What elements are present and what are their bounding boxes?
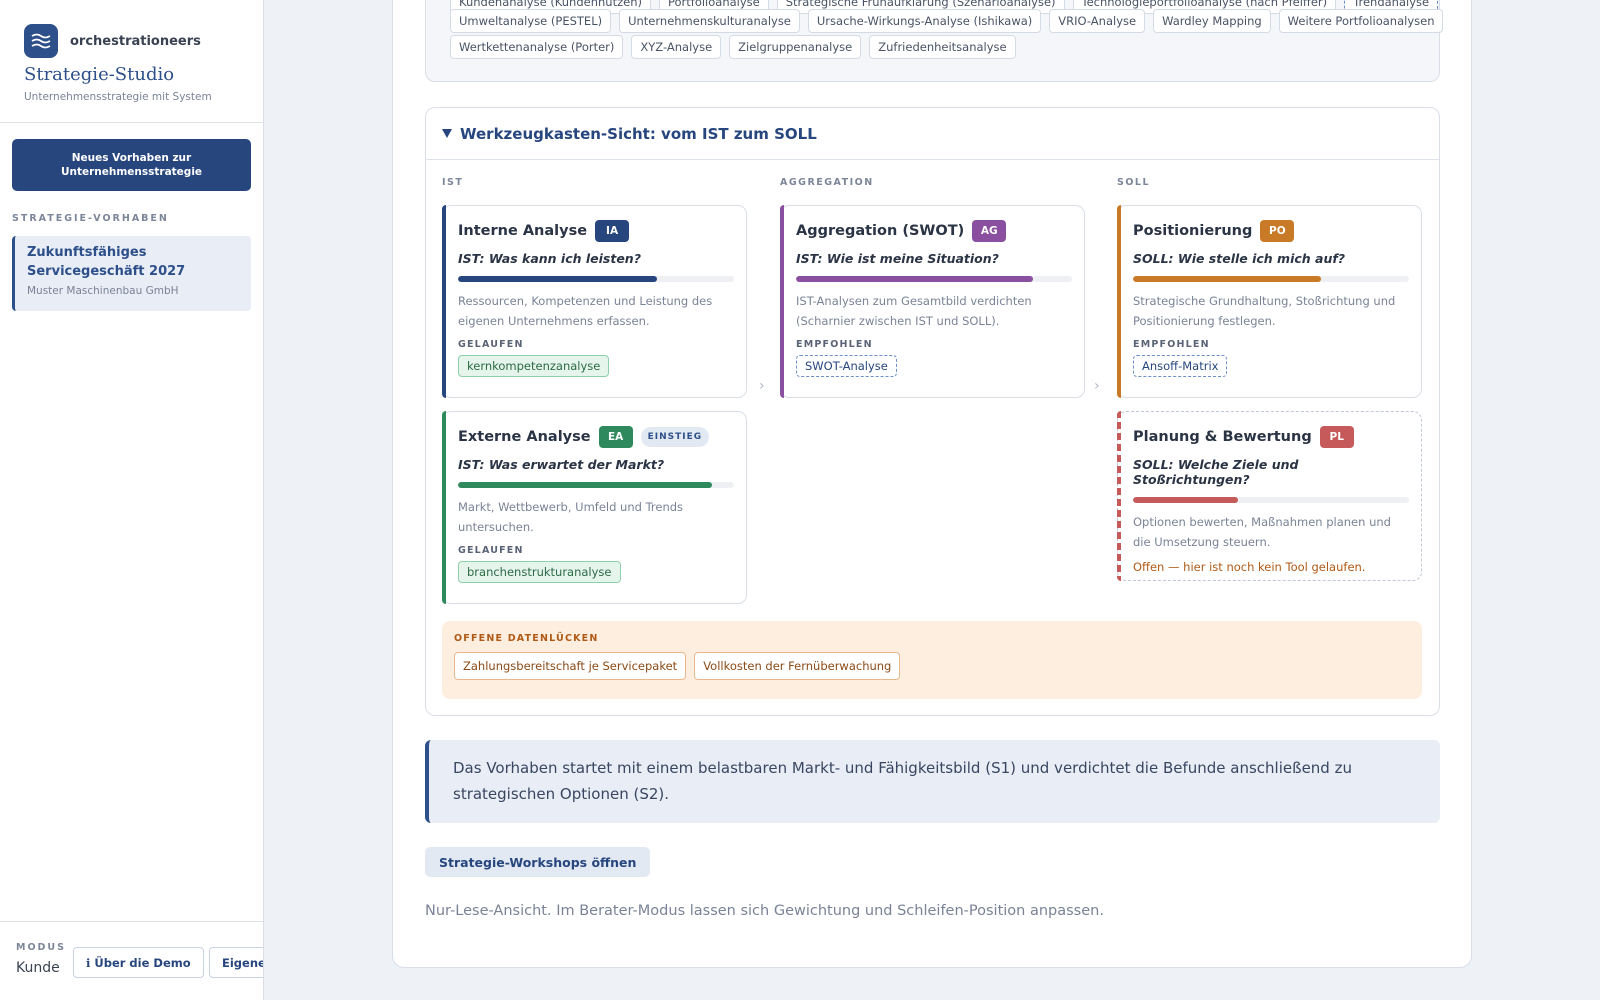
ran-tool-chip[interactable]: kernkompetenzanalyse bbox=[458, 355, 610, 378]
project-company: Muster Maschinenbau GmbH bbox=[27, 284, 179, 297]
card-stripe bbox=[780, 205, 784, 398]
sidebar: orchestrationeers Strategie-Studio Unter… bbox=[0, 0, 264, 1000]
card-description: Ressourcen, Kompetenzen und Leistung des… bbox=[458, 294, 713, 328]
card-planung-bewertung[interactable]: Planung & Bewertung PL SOLL: Welche Ziel… bbox=[1117, 411, 1422, 581]
card-status-label: GELAUFEN bbox=[458, 545, 524, 557]
progress-fill bbox=[796, 276, 1034, 282]
tool-chip[interactable]: Umweltanalyse (PESTEL) bbox=[450, 9, 612, 33]
sidebar-item-project[interactable]: Zukunftsfähiges Servicegeschäft 2027 Mus… bbox=[12, 236, 251, 311]
card-description: Strategische Grundhaltung, Stoßrichtung … bbox=[1133, 294, 1396, 328]
progress-bar bbox=[458, 482, 734, 488]
card-stripe bbox=[1117, 205, 1121, 398]
tool-chip[interactable]: Weitere Portfolioanalysen bbox=[1278, 9, 1444, 33]
recommended-tool-chip[interactable]: SWOT-Analyse bbox=[796, 355, 897, 378]
column-label-soll: SOLL bbox=[1117, 177, 1151, 188]
column-label-aggregation: AGGREGATION bbox=[780, 177, 874, 188]
progress-fill bbox=[458, 276, 657, 282]
card-status-label: EMPFOHLEN bbox=[1133, 339, 1210, 351]
card-title: Planung & Bewertung bbox=[1133, 429, 1312, 445]
card-title: Aggregation (SWOT) bbox=[796, 223, 965, 239]
data-gaps-box: OFFENE DATENLÜCKEN Zahlungsbereitschaft … bbox=[442, 621, 1422, 699]
card-badge: IA bbox=[595, 220, 630, 242]
arrow-right-icon: › bbox=[759, 378, 765, 394]
mode-label: MODUS bbox=[16, 942, 66, 953]
sidebar-divider bbox=[0, 122, 263, 123]
card-status-label: EMPFOHLEN bbox=[796, 339, 873, 351]
card-badge: AG bbox=[972, 220, 1007, 242]
sidebar-footer: MODUS Kunde ℹ Über die Demo Eigene bbox=[0, 921, 263, 1000]
studio-title: Strategie-Studio bbox=[24, 64, 175, 85]
gaps-label: OFFENE DATENLÜCKEN bbox=[454, 633, 599, 644]
section-label: STRATEGIE-VORHABEN bbox=[12, 213, 169, 224]
card-aggregation[interactable]: Aggregation (SWOT) AG IST: Wie ist meine… bbox=[780, 205, 1085, 398]
tool-chip[interactable]: Zielgruppenanalyse bbox=[729, 35, 862, 59]
gap-chip[interactable]: Zahlungsbereitschaft je Servicepaket bbox=[454, 652, 687, 680]
card-question: IST: Wie ist meine Situation? bbox=[796, 251, 999, 266]
ran-tool-chip[interactable]: branchenstrukturanalyse bbox=[458, 561, 621, 584]
card-status-label: GELAUFEN bbox=[458, 339, 524, 351]
open-workshops-button[interactable]: Strategie-Workshops öffnen bbox=[425, 847, 651, 877]
tool-chip[interactable]: Ursache-Wirkungs-Analyse (Ishikawa) bbox=[807, 9, 1042, 33]
card-title: Positionierung bbox=[1133, 223, 1253, 239]
card-positionierung[interactable]: Positionierung PO SOLL: Wie stelle ich m… bbox=[1117, 205, 1422, 398]
card-stripe bbox=[442, 411, 446, 604]
open-note: Offen — hier ist noch kein Tool gelaufen… bbox=[1133, 560, 1366, 575]
card-stripe bbox=[1117, 411, 1121, 581]
triangle-down-icon bbox=[442, 129, 452, 138]
arrow-right-icon: › bbox=[1094, 378, 1100, 394]
progress-bar bbox=[458, 276, 734, 282]
card-externe-analyse[interactable]: Externe Analyse EA EINSTIEG IST: Was erw… bbox=[442, 411, 747, 604]
tool-chip[interactable]: Wardley Mapping bbox=[1153, 9, 1271, 33]
tool-chip-row-2: Wertkettenanalyse (Porter) XYZ-Analyse Z… bbox=[450, 35, 1016, 59]
tool-chip[interactable]: VRIO-Analyse bbox=[1049, 9, 1146, 33]
project-title: Zukunftsfähiges Servicegeschäft 2027 bbox=[27, 245, 186, 279]
tool-chip[interactable]: Wertkettenanalyse (Porter) bbox=[450, 35, 624, 59]
tool-chip-row-1: Umweltanalyse (PESTEL) Unternehmenskultu… bbox=[450, 9, 1444, 33]
card-title: Externe Analyse bbox=[458, 429, 591, 445]
gap-chip[interactable]: Vollkosten der Fernüberwachung bbox=[694, 652, 901, 680]
tool-chip[interactable]: XYZ-Analyse bbox=[631, 35, 722, 59]
progress-bar bbox=[796, 276, 1072, 282]
own-button[interactable]: Eigene bbox=[209, 947, 263, 978]
card-interne-analyse[interactable]: Interne Analyse IA IST: Was kann ich lei… bbox=[442, 205, 747, 398]
card-question: SOLL: Welche Ziele und Stoßrichtungen? bbox=[1133, 457, 1299, 487]
card-badge: PL bbox=[1319, 426, 1354, 448]
card-title: Interne Analyse bbox=[458, 223, 588, 239]
tool-chip[interactable]: Unternehmenskulturanalyse bbox=[619, 9, 800, 33]
card-question: IST: Was erwartet der Markt? bbox=[458, 457, 665, 472]
progress-fill bbox=[1133, 497, 1238, 503]
card-question: SOLL: Wie stelle ich mich auf? bbox=[1133, 251, 1346, 266]
toolbox-title: Werkzeugkasten-Sicht: vom IST zum SOLL bbox=[460, 124, 817, 143]
card-question: IST: Was kann ich leisten? bbox=[458, 251, 641, 266]
progress-bar bbox=[1133, 276, 1409, 282]
toolbox-section: Werkzeugkasten-Sicht: vom IST zum SOLL I… bbox=[425, 107, 1440, 716]
recommended-tool-chip[interactable]: Ansoff-Matrix bbox=[1133, 355, 1228, 378]
about-demo-button[interactable]: ℹ Über die Demo bbox=[73, 947, 204, 978]
studio-subtitle: Unternehmensstrategie mit System bbox=[24, 91, 212, 103]
card-description: Optionen bewerten, Maßnahmen planen und … bbox=[1133, 515, 1391, 549]
wave-logo-icon bbox=[24, 24, 58, 58]
entry-badge: EINSTIEG bbox=[640, 427, 710, 447]
card-stripe bbox=[442, 205, 446, 398]
column-label-ist: IST bbox=[442, 177, 464, 188]
card-description: IST-Analysen zum Gesamtbild verdichten (… bbox=[796, 294, 1032, 328]
toolbox-toggle[interactable]: Werkzeugkasten-Sicht: vom IST zum SOLL bbox=[426, 108, 1439, 160]
progress-fill bbox=[458, 482, 712, 488]
tool-chip[interactable]: Zufriedenheitsanalyse bbox=[869, 35, 1016, 59]
progress-fill bbox=[1133, 276, 1321, 282]
brand[interactable]: orchestrationeers bbox=[24, 24, 201, 58]
progress-bar bbox=[1133, 497, 1409, 503]
summary-callout: Das Vorhaben startet mit einem belastbar… bbox=[425, 740, 1440, 823]
card-description: Markt, Wettbewerb, Umfeld und Trends unt… bbox=[458, 500, 684, 534]
card-badge: PO bbox=[1260, 220, 1295, 242]
card-badge: EA bbox=[598, 426, 633, 448]
new-project-button[interactable]: Neues Vorhaben zur Unternehmensstrategie bbox=[12, 139, 251, 191]
mode-value: Kunde bbox=[16, 960, 60, 976]
brand-name: orchestrationeers bbox=[70, 33, 201, 49]
readonly-note: Nur-Lese-Ansicht. Im Berater-Modus lasse… bbox=[425, 903, 1104, 919]
